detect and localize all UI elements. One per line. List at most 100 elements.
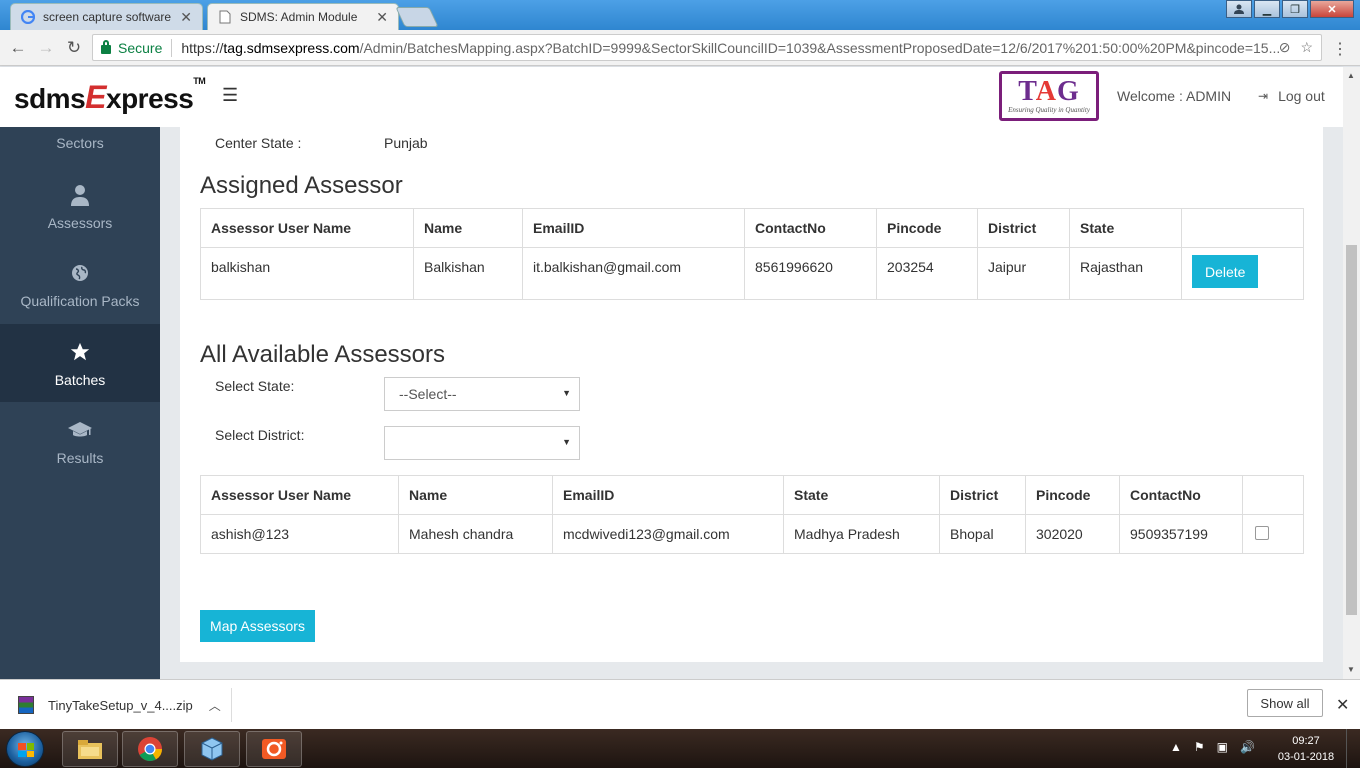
sidebar-item-label: Sectors bbox=[56, 135, 104, 151]
close-downloads-icon[interactable]: ✕ bbox=[1336, 695, 1349, 715]
url-field[interactable]: Secure https://tag.sdmsexpress.com/Admin… bbox=[92, 34, 1322, 61]
system-tray: ▲ ⚑ ▣ 🔊 bbox=[1170, 740, 1255, 754]
tab-title: screen capture software bbox=[43, 10, 172, 24]
cell-district: Jaipur bbox=[977, 247, 1070, 300]
secure-indicator[interactable]: Secure bbox=[101, 40, 162, 56]
dropdown-arrow-icon: ▼ bbox=[562, 388, 571, 398]
sidebar-item-label: Qualification Packs bbox=[20, 293, 140, 309]
show-hidden-icons-icon[interactable]: ▲ bbox=[1170, 740, 1182, 754]
assessor-checkbox[interactable] bbox=[1255, 525, 1269, 540]
tab-title: SDMS: Admin Module bbox=[240, 10, 358, 24]
scroll-down-icon[interactable]: ▼ bbox=[1347, 665, 1355, 674]
map-assessors-button[interactable]: Map Assessors bbox=[200, 610, 315, 642]
app-header: sdmsExpressTM ☰ TAG Ensuring Quality in … bbox=[0, 67, 1343, 127]
forward-icon[interactable]: → bbox=[32, 38, 60, 58]
select-district-label: Select District: bbox=[215, 427, 305, 443]
restore-button[interactable]: ❐ bbox=[1282, 0, 1308, 18]
url-path: /Admin/BatchesMapping.aspx?BatchID=9999&… bbox=[359, 39, 1279, 56]
dropdown-arrow-icon: ▼ bbox=[562, 437, 571, 447]
logo-x: E bbox=[85, 79, 106, 115]
secure-label: Secure bbox=[118, 39, 163, 56]
bookmark-star-icon[interactable]: ☆ bbox=[1300, 39, 1313, 56]
download-item[interactable]: TinyTakeSetup_v_4....zip ︿ bbox=[18, 696, 221, 714]
hamburger-menu-icon[interactable]: ☰ bbox=[222, 85, 238, 106]
user-icon[interactable] bbox=[1226, 0, 1252, 18]
browser-tab-google[interactable]: screen capture software ✕ bbox=[10, 3, 203, 30]
browser-tab-strip: screen capture software ✕ SDMS: Admin Mo… bbox=[0, 0, 1360, 30]
assigned-assessor-table: Assessor User Name Name EmailID ContactN… bbox=[200, 208, 1304, 300]
sidebar-item-label: Batches bbox=[54, 372, 106, 388]
district-select[interactable]: ▼ bbox=[384, 426, 580, 460]
tab-close-icon[interactable]: ✕ bbox=[180, 9, 192, 26]
star-icon bbox=[0, 340, 160, 364]
page-scrollbar[interactable]: ▲ ▼ bbox=[1343, 67, 1360, 679]
logout-link[interactable]: ⇥ Log out bbox=[1258, 88, 1325, 104]
google-icon bbox=[21, 10, 35, 24]
table-row: balkishan Balkishan it.balkishan@gmail.c… bbox=[200, 247, 1304, 300]
lock-icon bbox=[101, 40, 111, 54]
download-filename: TinyTakeSetup_v_4....zip bbox=[48, 697, 193, 713]
cell-email: mcdwivedi123@gmail.com bbox=[552, 514, 784, 554]
new-tab-button[interactable] bbox=[395, 7, 439, 27]
sidebar-item-assessors[interactable]: Assessors bbox=[0, 167, 160, 245]
show-desktop-button[interactable] bbox=[1346, 729, 1360, 768]
user-icon bbox=[0, 183, 160, 207]
chrome-icon[interactable] bbox=[122, 731, 178, 767]
cell-contact: 8561996620 bbox=[744, 247, 877, 300]
column-header: ContactNo bbox=[744, 208, 877, 248]
browser-menu-icon[interactable]: ⋮ bbox=[1332, 39, 1348, 59]
graduation-cap-icon bbox=[0, 418, 160, 442]
browser-tab-sdms[interactable]: SDMS: Admin Module ✕ bbox=[207, 3, 399, 30]
sidebar-item-batches[interactable]: Batches bbox=[0, 324, 160, 402]
column-header: State bbox=[783, 475, 940, 515]
column-header: EmailID bbox=[552, 475, 784, 515]
chevron-up-icon[interactable]: ︿ bbox=[209, 697, 221, 714]
windows-taskbar: ▲ ⚑ ▣ 🔊 09:27 03-01-2018 bbox=[0, 729, 1360, 768]
sidebar-item-qualification-packs[interactable]: Qualification Packs bbox=[0, 245, 160, 323]
tab-close-icon[interactable]: ✕ bbox=[376, 9, 388, 26]
back-icon[interactable]: ← bbox=[4, 38, 32, 58]
cell-user: ashish@123 bbox=[200, 514, 399, 554]
column-header: EmailID bbox=[522, 208, 745, 248]
cell-select bbox=[1242, 514, 1304, 554]
screen-recorder-icon[interactable] bbox=[246, 731, 302, 767]
logout-icon: ⇥ bbox=[1258, 89, 1269, 103]
assigned-assessor-title: Assigned Assessor bbox=[200, 172, 403, 199]
column-header: State bbox=[1069, 208, 1182, 248]
scrollbar-thumb[interactable] bbox=[1346, 245, 1357, 615]
sidebar-item-label: Assessors bbox=[47, 215, 113, 231]
state-select[interactable]: --Select-- ▼ bbox=[384, 377, 580, 411]
cell-action: Delete bbox=[1181, 247, 1304, 300]
network-icon[interactable]: ▣ bbox=[1217, 740, 1228, 754]
cell-pincode: 302020 bbox=[1025, 514, 1120, 554]
cell-state: Rajasthan bbox=[1069, 247, 1182, 300]
minimize-button[interactable]: ▁ bbox=[1254, 0, 1280, 18]
column-header bbox=[1181, 208, 1304, 248]
divider bbox=[171, 38, 173, 57]
delete-button[interactable]: Delete bbox=[1192, 255, 1259, 288]
url-host: tag.sdmsexpress.com bbox=[223, 39, 360, 56]
available-assessors-table: Assessor User Name Name EmailID State Di… bbox=[200, 475, 1304, 554]
start-button[interactable] bbox=[6, 731, 44, 767]
cookie-blocked-icon[interactable]: ⊘ bbox=[1279, 39, 1291, 56]
file-explorer-icon[interactable] bbox=[62, 731, 118, 767]
sidebar-item-results[interactable]: Results bbox=[0, 402, 160, 480]
cell-name: Balkishan bbox=[413, 247, 523, 300]
close-window-button[interactable]: ✕ bbox=[1310, 0, 1354, 18]
scroll-up-icon[interactable]: ▲ bbox=[1347, 71, 1355, 80]
url-text: https://tag.sdmsexpress.com/Admin/Batche… bbox=[181, 40, 1278, 56]
globe-icon bbox=[0, 261, 160, 285]
volume-icon[interactable]: 🔊 bbox=[1240, 740, 1255, 754]
show-all-button[interactable]: Show all bbox=[1247, 689, 1323, 717]
main-content: Center State : Punjab Assigned Assessor … bbox=[160, 127, 1343, 679]
action-center-flag-icon[interactable]: ⚑ bbox=[1194, 740, 1205, 754]
table-header-row: Assessor User Name Name EmailID ContactN… bbox=[200, 208, 1304, 248]
cell-state: Madhya Pradesh bbox=[783, 514, 940, 554]
virtualbox-icon[interactable] bbox=[184, 731, 240, 767]
table-header-row: Assessor User Name Name EmailID State Di… bbox=[200, 475, 1304, 515]
column-header: Pincode bbox=[1025, 475, 1120, 515]
column-header: District bbox=[977, 208, 1070, 248]
taskbar-clock[interactable]: 09:27 03-01-2018 bbox=[1276, 733, 1336, 765]
reload-icon[interactable]: ↻ bbox=[60, 38, 88, 58]
downloads-bar: TinyTakeSetup_v_4....zip ︿ Show all ✕ bbox=[0, 679, 1360, 729]
